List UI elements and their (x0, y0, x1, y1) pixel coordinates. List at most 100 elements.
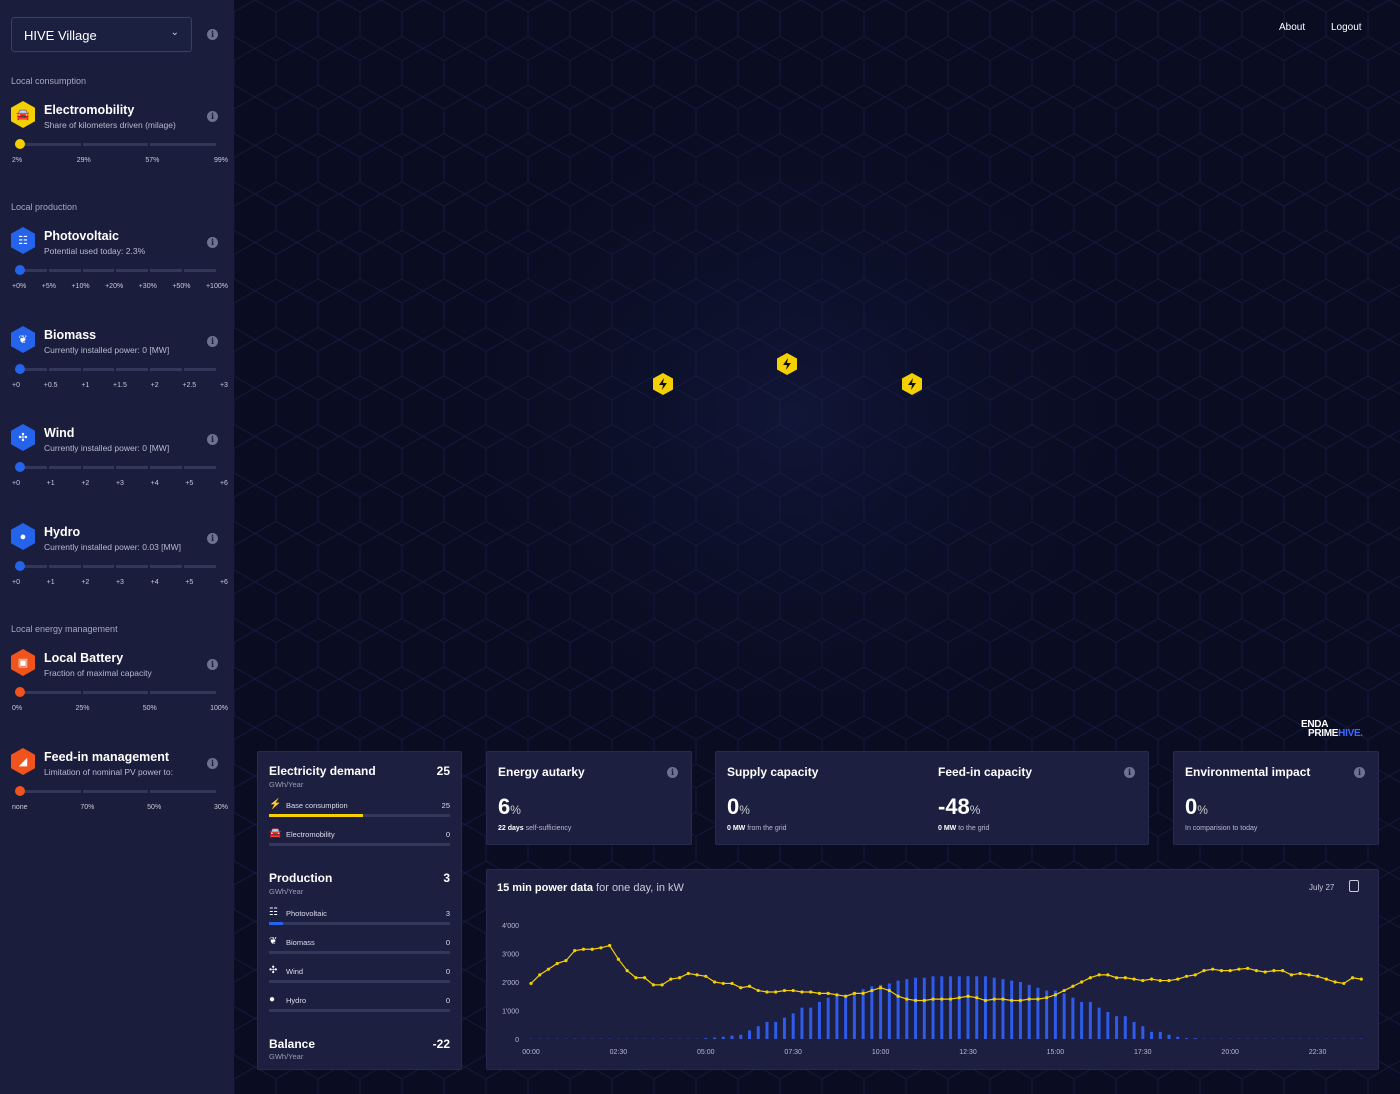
production-bar (1289, 1038, 1293, 1039)
slider-track[interactable] (15, 790, 217, 793)
info-icon[interactable]: i (1124, 767, 1135, 778)
slider-segment (150, 565, 183, 568)
control-title: Electromobility (44, 103, 135, 117)
slider-track[interactable] (15, 565, 216, 568)
control-feed-in-management: ◢ Feed-in management Limitation of nomin… (0, 748, 234, 828)
slider-segment (82, 143, 149, 146)
slider-handle[interactable] (15, 139, 25, 149)
info-icon[interactable]: i (207, 29, 218, 40)
row-value: 0 (445, 938, 450, 947)
info-icon[interactable]: i (1354, 767, 1365, 778)
tick-label: +100% (205, 283, 228, 290)
info-icon[interactable]: i (667, 767, 678, 778)
consumption-point (686, 971, 690, 976)
control-biomass: ❦ Biomass Currently installed power: 0 [… (0, 326, 234, 406)
consumption-point (765, 990, 769, 994)
production-bar (651, 1038, 655, 1039)
consumption-point (625, 969, 629, 973)
production-bar (739, 1034, 743, 1039)
slider-track[interactable] (15, 368, 216, 371)
slider-handle[interactable] (15, 561, 25, 571)
production-bar (1342, 1038, 1346, 1039)
balance-value: -22 (432, 1037, 450, 1051)
consumption-point (800, 990, 804, 994)
consumption-point (538, 973, 542, 977)
production-bar (870, 986, 874, 1039)
info-icon[interactable]: i (207, 533, 218, 544)
supply-note: 0 MW from the grid (727, 825, 787, 832)
production-bar (1237, 1038, 1241, 1039)
info-icon[interactable]: i (207, 659, 218, 670)
slider-handle[interactable] (15, 786, 25, 796)
consumption-point (1237, 967, 1241, 971)
info-icon[interactable]: i (207, 758, 218, 769)
production-bar (1010, 980, 1014, 1039)
production-bar (1097, 1007, 1101, 1039)
production-bar (678, 1038, 682, 1039)
slider-segment (82, 269, 115, 272)
slider-handle[interactable] (15, 265, 25, 275)
control-subtitle: Currently installed power: 0 [MW] (44, 443, 170, 453)
consumption-point (940, 997, 944, 1001)
tick-label: +0 (12, 480, 20, 487)
row-photovoltaic: ☷ Photovoltaic 3 (269, 907, 450, 927)
consumption-point (1316, 974, 1320, 978)
consumption-point (966, 994, 970, 998)
tick-label: +2 (81, 480, 90, 487)
consumption-point (931, 997, 935, 1001)
slider-track[interactable] (15, 466, 216, 469)
production-bar (809, 1007, 813, 1039)
location-value: HIVE Village (24, 28, 97, 43)
consumption-point (870, 988, 874, 993)
consumption-point (817, 991, 822, 995)
production-bar (1176, 1036, 1180, 1039)
slider-handle[interactable] (15, 462, 25, 472)
slider-segment (184, 368, 216, 371)
consumption-point (608, 943, 612, 948)
production-bar (1307, 1038, 1311, 1039)
slider-track[interactable] (15, 143, 217, 146)
slider-handle[interactable] (15, 687, 25, 697)
consumption-point (1254, 969, 1259, 973)
info-icon[interactable]: i (207, 237, 218, 248)
consumption-point (1141, 978, 1145, 983)
tick-label: 29% (76, 157, 91, 164)
about-link[interactable]: About (1279, 22, 1305, 33)
consumption-point (1167, 978, 1171, 983)
production-bar (1298, 1038, 1302, 1039)
slider-ticks: +0% +5% +10% +20% +30% +50% +100% (12, 283, 228, 290)
x-tick-label: 22:30 (1309, 1049, 1327, 1056)
row-bar-fill (269, 814, 364, 817)
production-bar (957, 976, 961, 1039)
y-tick-label: 1'000 (502, 1009, 519, 1016)
production-bar (616, 1038, 620, 1039)
water-drops-icon: ● (269, 994, 276, 1005)
info-icon[interactable]: i (207, 336, 218, 347)
tick-label: +5 (185, 579, 194, 586)
location-select[interactable]: HIVE Village ⌄ (11, 17, 192, 52)
control-title: Photovoltaic (44, 229, 120, 243)
info-icon[interactable]: i (207, 434, 218, 445)
consumption-point (573, 949, 577, 953)
slider-segment (184, 466, 216, 469)
consumption-point (1123, 976, 1127, 980)
logout-link[interactable]: Logout (1331, 22, 1362, 33)
slider-track[interactable] (15, 269, 216, 272)
tick-label: +2 (150, 382, 159, 389)
consumption-point (1088, 976, 1092, 980)
slider-track[interactable] (15, 691, 217, 694)
slider-handle[interactable] (15, 364, 25, 374)
control-title: Feed-in management (44, 750, 170, 764)
info-icon[interactable]: i (207, 111, 218, 122)
tick-label: +6 (219, 480, 228, 487)
section-label: Local energy management (11, 624, 118, 634)
row-label: Electromobility (286, 830, 335, 839)
tick-label: 70% (80, 804, 95, 811)
wind-turbine-icon: ✣ (11, 424, 35, 451)
production-bar (1027, 984, 1031, 1039)
slider-segment (48, 368, 81, 371)
chevron-down-icon: ⌄ (170, 27, 179, 38)
production-bar (992, 977, 996, 1039)
tick-label: 100% (210, 705, 228, 712)
consumption-point (1350, 976, 1355, 980)
